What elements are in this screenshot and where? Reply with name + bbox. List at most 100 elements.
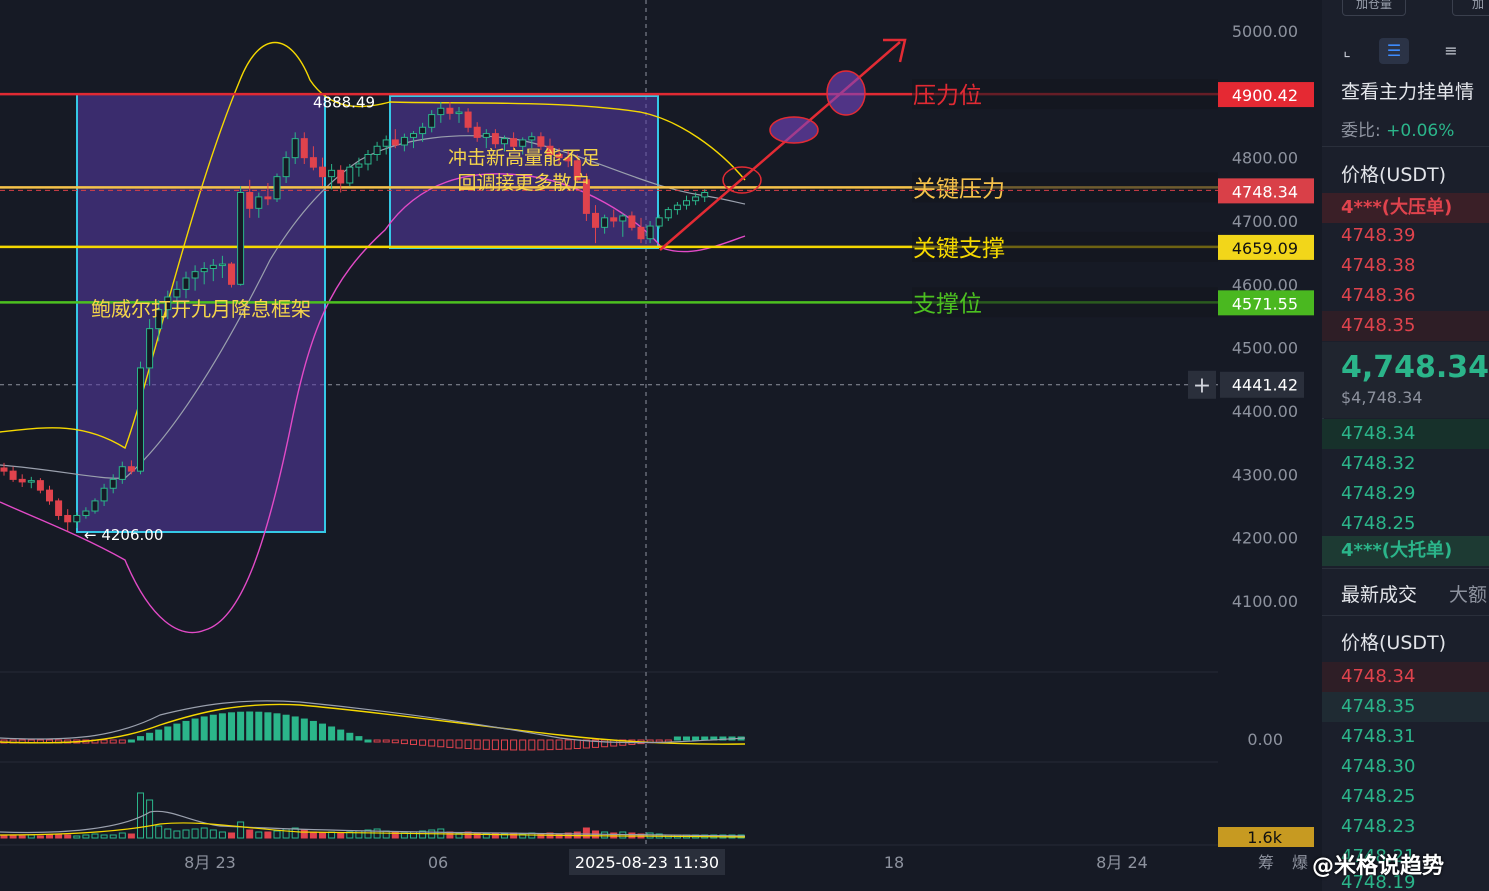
volume-bar [164, 828, 172, 839]
bid-row[interactable]: 4748.34 [1322, 419, 1489, 449]
big-ask-row[interactable]: 4***(大压单) [1322, 193, 1489, 223]
macd-bar [501, 739, 508, 751]
price-chart[interactable]: 5000.00 4800.00 4700.00 4600.00 4500.00 4400.… [0, 0, 1320, 891]
candle-body [419, 126, 427, 135]
candle-body [528, 136, 536, 141]
price-axis-bg [1218, 0, 1320, 891]
volume-bar [82, 834, 90, 839]
volume-bar [182, 829, 190, 839]
macd-bar [382, 739, 390, 743]
candle-body [228, 263, 235, 285]
price-tick-label: 4700.00 [1232, 212, 1298, 231]
candle-body [109, 478, 117, 489]
ask-row[interactable]: 4748.36 [1322, 281, 1489, 311]
bid-row[interactable]: 4748.29 [1322, 479, 1489, 509]
price-badge-label: 4659.09 [1232, 239, 1298, 258]
macd-bar [291, 716, 299, 741]
add-button[interactable]: 加 [1452, 0, 1489, 16]
candle-body [127, 466, 135, 472]
target-ellipse [826, 70, 866, 116]
high-label: 4888.49 [313, 94, 375, 112]
volume-bar [127, 833, 135, 839]
candle-body [473, 126, 481, 138]
candle-body [601, 217, 609, 228]
candle-body [27, 480, 35, 483]
macd-line [0, 700, 746, 744]
macd-bar [555, 739, 563, 750]
macd-bar [200, 716, 208, 741]
volume-bar [646, 832, 654, 839]
add-position-button[interactable]: 加仓量 [1342, 0, 1406, 16]
orderbook-title[interactable]: 查看主力挂单情 [1341, 77, 1474, 104]
macd-bar [346, 732, 354, 741]
candle-body [519, 139, 527, 147]
ask-row[interactable]: 4748.39 [1322, 221, 1489, 251]
ask-row[interactable]: 4748.35 [1322, 311, 1489, 341]
volume-bar [9, 835, 17, 839]
macd-bar [100, 739, 108, 744]
candle-body [628, 215, 636, 228]
bid-row[interactable]: 4748.32 [1322, 449, 1489, 479]
candle-body [664, 209, 672, 219]
candle-body [437, 107, 445, 116]
macd-bar [464, 739, 472, 750]
volume-bar [73, 835, 81, 839]
macd-bar [473, 739, 481, 750]
candle-body [291, 138, 299, 159]
volume-bar [155, 825, 163, 839]
macd-bar [228, 712, 235, 741]
candle-body [182, 277, 190, 290]
candle-body [455, 111, 463, 115]
annotation-text-2a: 冲击新高量能不足 [448, 147, 600, 169]
volume-bar [555, 833, 563, 839]
trade-row: 4748.31 [1341, 726, 1416, 747]
trade-row: 4748.35 [1322, 692, 1489, 722]
macd-bar [564, 739, 572, 750]
candle-body [173, 288, 181, 298]
volume-bar [319, 832, 326, 839]
macd-bar [337, 729, 345, 741]
candle-body [410, 133, 417, 138]
trend-arrowhead [883, 38, 907, 63]
divider [1322, 146, 1489, 147]
candle-body [9, 470, 17, 480]
big-bid-row[interactable]: 4***(大托单) [1322, 536, 1489, 566]
candle-body [373, 145, 381, 155]
macd-bar [218, 713, 226, 741]
last-price-usd: $4,748.34 [1341, 388, 1423, 407]
resize-icon[interactable]: ⌞ [1332, 38, 1362, 64]
macd-bar [164, 726, 172, 741]
orderbook-both-icon[interactable]: ☰ [1379, 38, 1409, 64]
macd-bar [328, 726, 336, 741]
tab-latest-trades[interactable]: 最新成交 [1341, 580, 1417, 607]
list-icon[interactable]: ≡ [1436, 38, 1466, 64]
trade-row: 4748.23 [1341, 816, 1416, 837]
chart-canvas[interactable]: 5000.004800.004700.004600.004500.004400.… [0, 0, 1320, 891]
volume-bar [118, 832, 126, 839]
tab-large-trades[interactable]: 大额 [1449, 580, 1487, 607]
macd-bar [191, 718, 199, 741]
candle-body [300, 138, 308, 159]
volume-bar [491, 832, 499, 839]
bid-row[interactable]: 4748.25 [1322, 509, 1489, 539]
volume-bar [36, 835, 44, 839]
macd-bar [683, 736, 690, 741]
macd-bar [118, 739, 126, 744]
price-badge-label: 4748.34 [1232, 182, 1298, 201]
macd-bar [519, 739, 527, 751]
annotation-text-1: 鲍威尔打开九月降息框架 [91, 297, 311, 321]
candle-body [400, 136, 408, 146]
macd-bar [273, 713, 281, 741]
macd-bar [446, 739, 454, 748]
ask-row[interactable]: 4748.38 [1322, 251, 1489, 281]
volume-bar [337, 832, 345, 839]
crosshair-price-label: 4441.42 [1232, 376, 1298, 395]
volume-bar [18, 835, 26, 839]
macd-bar [209, 714, 217, 741]
macd-bar [428, 739, 436, 747]
candle-body [501, 138, 508, 145]
candle-body [391, 139, 399, 146]
candle-body [364, 153, 372, 165]
trade-row: 4748.30 [1341, 756, 1416, 777]
macd-bar [109, 739, 117, 744]
